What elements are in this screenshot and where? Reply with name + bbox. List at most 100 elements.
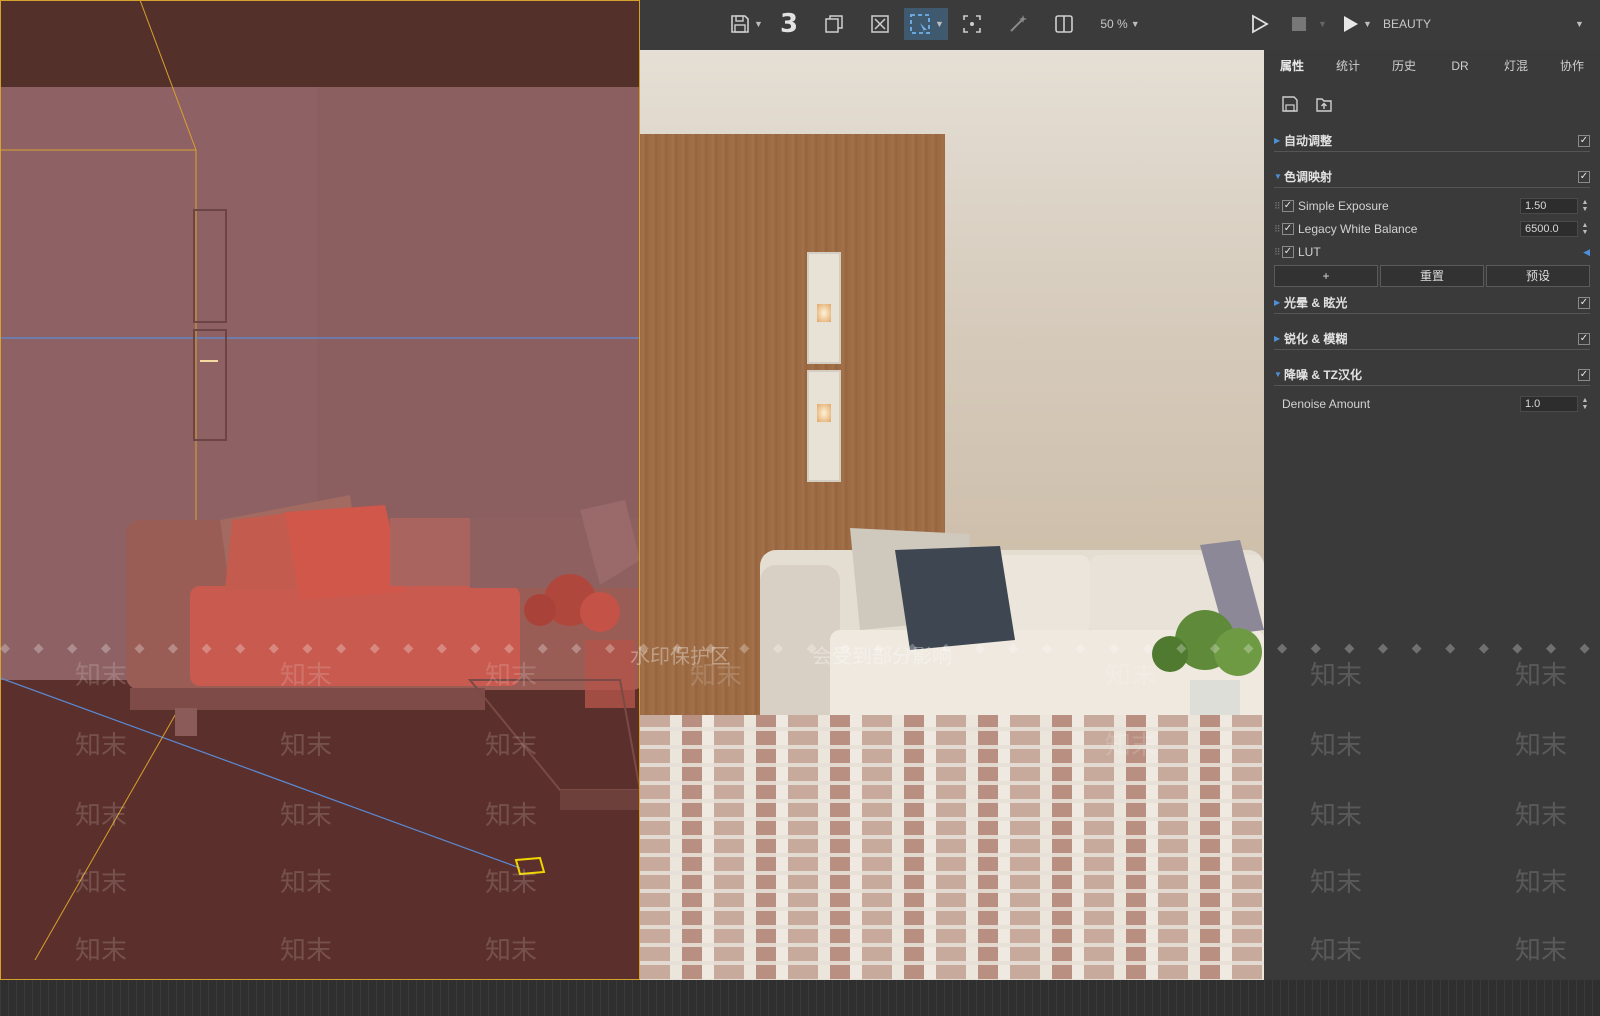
magic-wand-button[interactable] (1002, 8, 1034, 40)
preset-button[interactable]: 预设 (1486, 265, 1590, 287)
tone-mapping-checkbox[interactable]: ✓ (1578, 170, 1590, 183)
denoise-checkbox[interactable]: ✓ (1578, 368, 1590, 381)
watermark-brand: 知末 (1310, 801, 1363, 831)
scene-viewport[interactable] (0, 0, 640, 980)
channel-dropdown[interactable]: ▼ (1570, 8, 1586, 40)
white-balance-row: ⠿ ✓ Legacy White Balance 6500.0 ▲ ▼ (1274, 219, 1590, 239)
save-image-button[interactable]: ▼ (724, 8, 768, 40)
section-denoise[interactable]: ▼ 降噪 & TZ汉化 ✓ (1274, 364, 1590, 386)
chevron-down-icon: ▼ (1575, 19, 1584, 29)
section-title: 锐化 & 模糊 (1284, 332, 1348, 346)
reset-button[interactable]: 重置 (1380, 265, 1484, 287)
section-sharpen-blur[interactable]: ▶ 锐化 & 模糊 ✓ (1274, 328, 1590, 350)
white-balance-label: Legacy White Balance (1298, 222, 1418, 236)
focus-icon (961, 13, 983, 35)
chevron-down-icon: ▼ (754, 19, 763, 29)
tab-stats[interactable]: 统计 (1320, 50, 1376, 82)
section-title: 色调映射 (1284, 170, 1333, 184)
stop-dropdown[interactable]: ▼ (1316, 8, 1327, 40)
focus-button[interactable] (956, 8, 988, 40)
exposure-spinner[interactable]: ▲ ▼ (1580, 199, 1590, 213)
expand-arrow-icon: ▶ (1274, 298, 1281, 307)
stop-render-button[interactable] (1286, 8, 1312, 40)
lut-label: LUT (1298, 245, 1321, 259)
denoise-amount-row: Denoise Amount 1.0 ▲ ▼ (1282, 394, 1590, 414)
watermark-brand: 知末 (1515, 661, 1568, 691)
expand-arrow-icon: ▶ (1274, 334, 1281, 343)
watermark-brand: 知末 (485, 801, 538, 831)
section-auto-adjust[interactable]: ▶ 自动调整 ✓ (1274, 130, 1590, 152)
section-tone-mapping[interactable]: ▼ 色调映射 ✓ (1274, 166, 1590, 188)
split-view-button[interactable] (1048, 8, 1080, 40)
render-image[interactable] (640, 50, 1264, 1008)
viewport-frame (0, 0, 640, 980)
exposure-input[interactable]: 1.50 (1520, 198, 1578, 214)
watermark-brand: 知末 (75, 731, 128, 761)
copy-icon (823, 13, 845, 35)
section-title: 光晕 & 眩光 (1284, 296, 1348, 310)
chevron-down-icon: ▼ (1130, 19, 1140, 29)
clear-icon (869, 13, 891, 35)
magic-wand-icon (1007, 13, 1029, 35)
auto-adjust-checkbox[interactable]: ✓ (1578, 134, 1590, 147)
watermark-brand: 知末 (280, 731, 333, 761)
drag-handle-icon[interactable]: ⠿ (1274, 201, 1282, 212)
watermark-brand: 知末 (485, 731, 538, 761)
play-icon (1248, 13, 1270, 35)
interactive-render-button[interactable]: ▼ (1334, 8, 1378, 40)
tab-properties[interactable]: 属性 (1264, 50, 1320, 82)
stop-icon (1289, 14, 1309, 34)
render-play-button[interactable] (1244, 8, 1274, 40)
white-balance-checkbox[interactable]: ✓ (1282, 223, 1294, 235)
denoise-amount-label: Denoise Amount (1282, 397, 1371, 411)
region-render-button[interactable]: ▼ (904, 8, 948, 40)
region-select-icon (908, 12, 932, 36)
sharpen-blur-checkbox[interactable]: ✓ (1578, 332, 1590, 345)
tab-history[interactable]: 历史 (1376, 50, 1432, 82)
lut-expand-icon[interactable]: ◀ (1583, 247, 1590, 258)
section-glow-glare[interactable]: ▶ 光晕 & 眩光 ✓ (1274, 292, 1590, 314)
watermark-brand: 知末 (1105, 661, 1158, 691)
watermark-brand: 知末 (1310, 868, 1363, 898)
split-view-icon (1053, 13, 1075, 35)
watermark-diamond-row: ◆ ◆ ◆ ◆ ◆ ◆ ◆ ◆ ◆ ◆ ◆ ◆ ◆ ◆ ◆ ◆ ◆ ◆ ◆ ◆ … (0, 640, 1600, 654)
save-settings-icon[interactable] (1280, 94, 1300, 117)
denoise-amount-input[interactable]: 1.0 (1520, 396, 1578, 412)
duplicate-button[interactable] (818, 8, 850, 40)
watermark-brand: 知末 (485, 936, 538, 966)
zoom-dropdown[interactable]: 50 % ▼ (1092, 8, 1148, 40)
panel-icon-bar (1280, 94, 1334, 117)
watermark-brand: 知末 (1515, 936, 1568, 966)
load-settings-icon[interactable] (1314, 94, 1334, 117)
watermark-brand: 知末 (75, 936, 128, 966)
watermark-brand: 知末 (1310, 731, 1363, 761)
white-balance-input[interactable]: 6500.0 (1520, 221, 1578, 237)
section-title: 自动调整 (1284, 134, 1333, 148)
layer-number-button[interactable]: 3 (772, 8, 806, 40)
watermark-affected-text: 会受到部分影响 (812, 644, 952, 668)
panel-tabs: 属性 统计 历史 DR 灯混 协作 (1264, 50, 1600, 82)
clear-image-button[interactable] (864, 8, 896, 40)
watermark-brand: 知末 (1310, 661, 1363, 691)
watermark-brand: 知末 (280, 868, 333, 898)
render-toolbar: ▼ 3 ▼ 50 % ▼ ▼ ▼ BEAUTY ▼ (640, 0, 1600, 50)
watermark-brand: 知末 (485, 661, 538, 691)
watermark-brand: 知末 (75, 661, 128, 691)
exposure-label: Simple Exposure (1298, 199, 1389, 213)
exposure-row: ⠿ ✓ Simple Exposure 1.50 ▲ ▼ (1274, 196, 1590, 216)
watermark-brand: 知末 (1515, 731, 1568, 761)
play-filled-icon (1340, 14, 1360, 34)
exposure-checkbox[interactable]: ✓ (1282, 200, 1294, 212)
render-channel-label: BEAUTY (1382, 17, 1431, 31)
add-layer-button[interactable]: + (1274, 265, 1378, 287)
tab-dr[interactable]: DR (1432, 50, 1488, 82)
tab-lightmix[interactable]: 灯混 (1488, 50, 1544, 82)
drag-handle-icon[interactable]: ⠿ (1274, 247, 1282, 258)
denoise-amount-spinner[interactable]: ▲ ▼ (1580, 397, 1590, 411)
drag-handle-icon[interactable]: ⠿ (1274, 224, 1282, 235)
lut-checkbox[interactable]: ✓ (1282, 246, 1294, 258)
section-title: 降噪 & TZ汉化 (1284, 368, 1362, 382)
glow-glare-checkbox[interactable]: ✓ (1578, 296, 1590, 309)
white-balance-spinner[interactable]: ▲ ▼ (1580, 222, 1590, 236)
tab-collab[interactable]: 协作 (1544, 50, 1600, 82)
